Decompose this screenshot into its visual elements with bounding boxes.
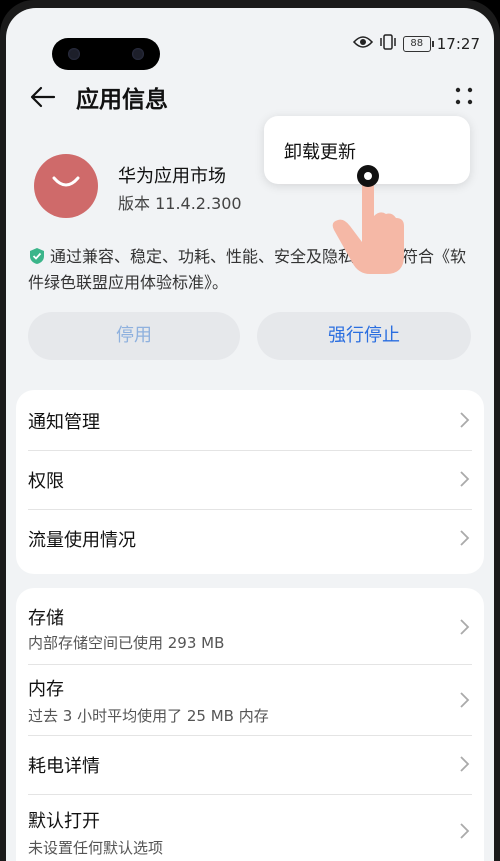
chevron-right-icon	[458, 691, 470, 709]
settings-card-1: 通知管理 权限 流量使用情况	[16, 390, 484, 574]
app-icon	[34, 154, 98, 218]
settings-card-2: 存储 内部存储空间已使用 293 MB 内存 过去 3 小时平均使用了 25 M…	[16, 588, 484, 861]
status-bar: 88 17:27	[352, 34, 480, 54]
app-name: 华为应用市场	[118, 166, 226, 187]
page-title: 应用信息	[76, 87, 168, 113]
app-version: 版本 11.4.2.300	[118, 194, 242, 213]
chevron-right-icon	[458, 755, 470, 773]
row-sublabel: 过去 3 小时平均使用了 25 MB 内存	[28, 707, 269, 725]
phone-frame: 88 17:27 应用信息 华为应用市场 版本 11.4.2.300 通过兼容、…	[0, 0, 500, 861]
screen: 88 17:27 应用信息 华为应用市场 版本 11.4.2.300 通过兼容、…	[6, 8, 494, 861]
row-label: 内存	[28, 679, 64, 700]
chevron-right-icon	[458, 411, 470, 429]
row-label: 流量使用情况	[28, 530, 136, 551]
force-stop-button[interactable]: 强行停止	[257, 312, 471, 360]
back-arrow-icon[interactable]	[28, 82, 58, 112]
camera-lens-icon	[68, 48, 80, 60]
vibrate-icon	[379, 34, 397, 54]
row-memory[interactable]: 内存 过去 3 小时平均使用了 25 MB 内存	[28, 665, 472, 736]
camera-lens-icon	[132, 48, 144, 60]
row-default-open[interactable]: 默认打开 未设置任何默认选项	[28, 795, 472, 861]
eye-icon	[352, 35, 373, 53]
row-label: 权限	[28, 471, 64, 492]
disable-button[interactable]: 停用	[28, 312, 240, 360]
camera-cutout	[52, 38, 160, 70]
row-sublabel: 内部存储空间已使用 293 MB	[28, 634, 225, 652]
shield-check-icon	[28, 247, 46, 265]
row-storage[interactable]: 存储 内部存储空间已使用 293 MB	[28, 588, 472, 665]
row-label: 默认打开	[28, 811, 100, 832]
chevron-right-icon	[458, 470, 470, 488]
pointing-hand-icon	[328, 160, 408, 280]
more-options-icon[interactable]	[450, 82, 478, 110]
row-battery-details[interactable]: 耗电详情	[28, 736, 472, 795]
row-notification-management[interactable]: 通知管理	[28, 390, 472, 451]
chevron-right-icon	[458, 618, 470, 636]
top-bar: 应用信息	[6, 74, 494, 120]
row-label: 通知管理	[28, 412, 100, 433]
row-permissions[interactable]: 权限	[28, 451, 472, 510]
row-label: 耗电详情	[28, 756, 100, 777]
row-data-usage[interactable]: 流量使用情况	[28, 510, 472, 570]
status-time: 17:27	[436, 35, 480, 53]
row-sublabel: 未设置任何默认选项	[28, 839, 164, 857]
row-label: 存储	[28, 608, 64, 629]
chevron-right-icon	[458, 822, 470, 840]
chevron-right-icon	[458, 529, 470, 547]
battery-icon: 88	[402, 36, 434, 52]
